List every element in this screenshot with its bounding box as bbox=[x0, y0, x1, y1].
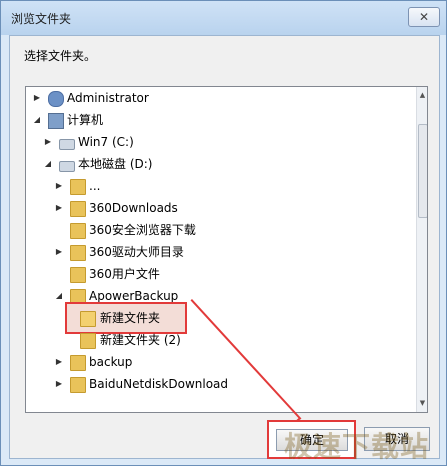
tree-item-label: 计算机 bbox=[67, 113, 104, 127]
dialog-prompt: 选择文件夹。 bbox=[24, 49, 97, 63]
tree-item-360-driver-master[interactable]: ▶ 360驱动大师目录 bbox=[26, 241, 416, 263]
expand-icon[interactable]: ▶ bbox=[54, 351, 64, 373]
tree-item-label: 新建文件夹 bbox=[100, 311, 161, 325]
window-title: 浏览文件夹 bbox=[11, 12, 72, 26]
collapse-icon[interactable]: ◢ bbox=[32, 109, 42, 131]
tree-item-drive-c[interactable]: ▶ Win7 (C:) bbox=[26, 131, 416, 153]
expand-icon[interactable]: ▶ bbox=[54, 241, 64, 263]
folder-icon bbox=[70, 245, 86, 261]
collapse-icon[interactable]: ◢ bbox=[43, 153, 53, 175]
tree-item-label: backup bbox=[89, 355, 133, 369]
tree-item-label: Administrator bbox=[67, 91, 149, 105]
expand-icon[interactable]: ▶ bbox=[32, 87, 42, 109]
tree-item-administrator[interactable]: ▶ Administrator bbox=[26, 87, 416, 109]
folder-icon bbox=[80, 333, 96, 349]
tree-item-label: 本地磁盘 (D:) bbox=[78, 157, 153, 171]
vertical-scrollbar[interactable]: ▲ ▼ bbox=[416, 87, 427, 412]
folder-icon bbox=[70, 179, 86, 195]
tree-item-label: 360用户文件 bbox=[89, 267, 160, 281]
collapse-icon[interactable]: ◢ bbox=[54, 285, 64, 307]
folder-icon bbox=[70, 355, 86, 371]
expand-icon[interactable]: ▶ bbox=[43, 131, 53, 153]
scroll-down-icon[interactable]: ▼ bbox=[417, 395, 427, 412]
scroll-up-icon[interactable]: ▲ bbox=[417, 87, 427, 104]
computer-icon bbox=[48, 113, 64, 129]
folder-icon bbox=[70, 223, 86, 239]
tree-item-ellipsis[interactable]: ▶ ... bbox=[26, 175, 416, 197]
dialog-body: 选择文件夹。 ▶ Administrator ◢ 计算机 ▶ Win7 (C:)… bbox=[9, 35, 440, 463]
disk-icon bbox=[59, 139, 75, 150]
title-bar: 浏览文件夹 ✕ bbox=[1, 1, 446, 35]
tree-item-label: 360Downloads bbox=[89, 201, 178, 215]
folder-icon bbox=[70, 201, 86, 217]
tree-item-label: 360驱动大师目录 bbox=[89, 245, 184, 259]
folder-tree[interactable]: ▶ Administrator ◢ 计算机 ▶ Win7 (C:) ◢ 本地磁盘… bbox=[25, 86, 428, 413]
scroll-thumb[interactable] bbox=[418, 124, 427, 218]
expand-icon[interactable]: ▶ bbox=[54, 197, 64, 219]
tree-item-360downloads[interactable]: ▶ 360Downloads bbox=[26, 197, 416, 219]
expand-icon[interactable]: ▶ bbox=[54, 175, 64, 197]
tree-item-backup[interactable]: ▶ backup bbox=[26, 351, 416, 373]
tree-item-360-user-files[interactable]: 360用户文件 bbox=[26, 263, 416, 285]
disk-icon bbox=[59, 161, 75, 172]
tree-item-360-browser-downloads[interactable]: 360安全浏览器下载 bbox=[26, 219, 416, 241]
tree-item-drive-d[interactable]: ◢ 本地磁盘 (D:) bbox=[26, 153, 416, 175]
folder-icon bbox=[70, 377, 86, 393]
user-icon bbox=[48, 91, 64, 107]
tree-item-label: Win7 (C:) bbox=[78, 135, 134, 149]
tree-item-label: BaiduNetdiskDownload bbox=[89, 377, 229, 391]
tree-item-computer[interactable]: ◢ 计算机 bbox=[26, 109, 416, 131]
browse-folder-dialog: 浏览文件夹 ✕ 选择文件夹。 ▶ Administrator ◢ 计算机 ▶ W… bbox=[0, 0, 447, 466]
close-button[interactable]: ✕ bbox=[408, 7, 440, 27]
watermark-text: 极速下载站 bbox=[284, 430, 430, 463]
folder-open-icon bbox=[80, 311, 96, 327]
tree-item-label: 新建文件夹 (2) bbox=[100, 333, 181, 347]
tree-item-label: ... bbox=[89, 179, 101, 193]
tree-item-label: 360安全浏览器下载 bbox=[89, 223, 196, 237]
tree-item-new-folder[interactable]: 新建文件夹 bbox=[26, 307, 416, 329]
folder-icon bbox=[70, 267, 86, 283]
tree-item-baidunetdisk[interactable]: ▶ BaiduNetdiskDownload bbox=[26, 373, 416, 395]
expand-icon[interactable]: ▶ bbox=[54, 373, 64, 395]
